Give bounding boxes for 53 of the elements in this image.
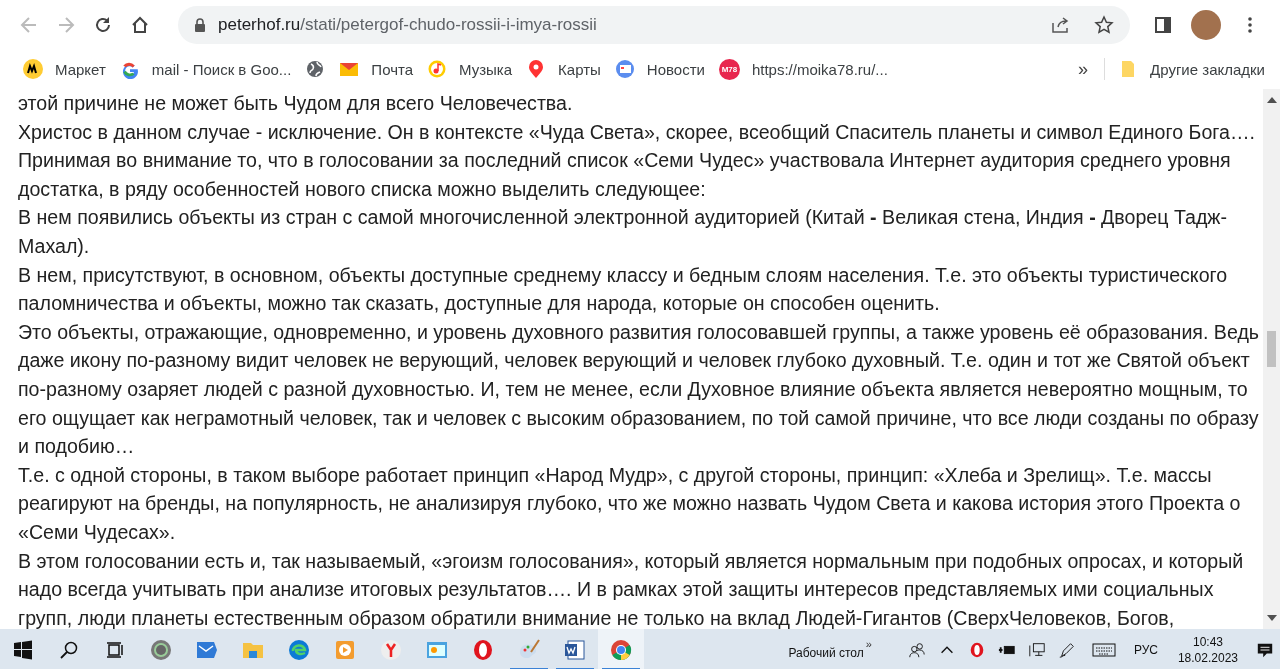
o-logo-icon [471, 637, 495, 662]
chrome-logo-icon [609, 637, 633, 662]
language-indicator[interactable]: РУС [1133, 642, 1158, 657]
y-logo-icon [379, 637, 403, 662]
article-paragraph: В этом голосовании есть и, так называемый, «эгоизм голосования», который является нормальным при подобных опросах, и который надо всегда учитывать при анализе итоговых результатов…. И в рамках этой защиты интересов представляемых ими социальных групп, люди планеты естественным образом обратили внимание не только на вклад Людей-Гигантов (СверхЧеловеков, Богов, [18, 548, 1245, 629]
scrollbar-thumb[interactable] [1267, 331, 1276, 367]
people-icon[interactable] [907, 640, 926, 659]
star-icon[interactable] [1094, 15, 1114, 35]
article-paragraph: Это объекты, отражающие, одновременно, и уровень духовного развития голосовавшей группы, а также уровень её образования. Ведь даже икону по-разному видит человек не верующий, человек верующий и человек глубоко духовный. Т.е. один и тот же Святой объект по-разному озаряет людей с разной духовностью. И, тем не менее, если Духовное влияние объекта является невероятно мощным, то его ощущает как неграмотный человек, так и человек с высоким образованием, по той самой причине, что все люди созданы по образу и подобию… [18, 319, 1261, 460]
reload-icon[interactable] [93, 15, 113, 35]
toolbar-chevron[interactable]: » [865, 639, 872, 648]
lock-icon[interactable] [194, 18, 206, 32]
bookmarks-overflow-button[interactable]: » [1068, 58, 1099, 80]
bookmark-item[interactable]: Музыка [420, 55, 520, 83]
task-view-icon[interactable] [105, 639, 125, 660]
edge-logo-icon [287, 637, 311, 662]
bookmark-item[interactable]: Новости [607, 55, 712, 83]
pen-icon[interactable] [1057, 640, 1076, 659]
scroll-up-icon[interactable] [1266, 97, 1277, 103]
globe-icon[interactable] [305, 59, 326, 79]
address-bar[interactable]: peterhof.ru/stati/petergof-chudo-rossii-i-imya-rossii [178, 6, 1130, 44]
network-monitor-icon[interactable] [1027, 640, 1046, 659]
news-icon [614, 59, 635, 79]
scrollbar[interactable] [1263, 89, 1280, 629]
article-paragraph: этой причине не может быть Чудом для всего Человечества. [18, 91, 574, 116]
profile-avatar[interactable] [1191, 10, 1221, 40]
music-note-icon [427, 59, 447, 79]
bookmark-item[interactable]: Маркет [16, 55, 113, 83]
scroll-down-icon[interactable] [1266, 615, 1277, 621]
other-bookmarks-item[interactable]: Другие закладки [1111, 55, 1272, 83]
bookmark-item[interactable]: Карты [519, 55, 608, 83]
bookmark-item[interactable]: Почта [332, 55, 420, 83]
document-w-icon [563, 637, 587, 662]
article-paragraph: В нем, присутствуют, в основном, объекты доступные среднему классу и бедным слоям населения. Т.е. это объекты туристического паломничества и объекты, можно так сказать, доступные для народа, которые он способен оценить. [18, 262, 1229, 317]
article-paragraph: В нем появились объекты из стран с самой многочисленной электронной аудиторией (Китай - Великая стена, Индия - Дворец Тадж-Махал). [18, 205, 1228, 259]
article-paragraph: Т.е. с одной стороны, в таком выборе работает принцип «Народ Мудр», с другой стороны, принцип: «Хлеба и Зрелищ». Т.е. массы реагируют на бренды, на популярность, не анализируя глубоко, что же можно назвать Чудом Света и какова история этого Проекта о «Семи Чудесах». [18, 462, 1242, 545]
search-icon[interactable] [59, 639, 79, 660]
windows-start-icon[interactable] [13, 639, 33, 660]
disc-icon [149, 637, 173, 662]
m78-logo-icon: M78 [718, 58, 740, 80]
side-panel-icon[interactable] [1153, 15, 1173, 35]
share-icon[interactable] [1050, 15, 1070, 35]
article-paragraph: Принимая во внимание то, что в голосовании за последний список «Семи Чудес» участвовала Интернет аудитория среднего уровня достатка, в ряду особенностей нового списка можно выделить следующее: [18, 148, 1232, 202]
market-logo-icon [23, 59, 43, 79]
bookmark-item[interactable]: mail - Поиск в Goo... [112, 55, 299, 83]
desktop-toolbar-label[interactable]: Рабочий стол » [788, 639, 872, 660]
taskbar-app-button[interactable] [598, 629, 644, 669]
clock[interactable]: 10:43 18.02.2023 [1177, 633, 1238, 666]
url-text: peterhof.ru/stati/petergof-chudo-rossii-i-imya-rossii [218, 15, 598, 35]
home-icon[interactable] [130, 15, 150, 35]
article-paragraph: Христос в данном случае - исключение. Он в контексте «Чуда Света», скорее, всеобщий Спаситель планеты и символ Единого Бога…. [18, 119, 1256, 145]
bookmark-item[interactable]: M78 https://moika78.ru/... [711, 54, 895, 84]
keyboard-icon[interactable] [1091, 641, 1116, 658]
